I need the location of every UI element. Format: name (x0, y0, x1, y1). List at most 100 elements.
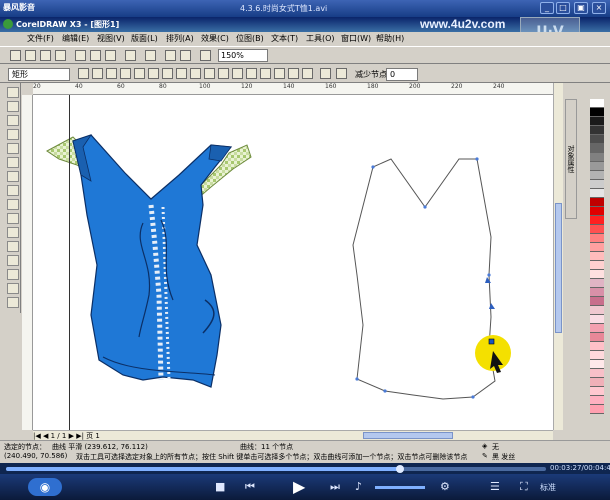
menu-file[interactable]: 文件(F) (27, 33, 54, 44)
stretch-nodes-icon[interactable] (246, 68, 257, 79)
stop-icon[interactable]: ■ (215, 480, 225, 493)
menu-help[interactable]: 帮助(H) (376, 33, 404, 44)
polygon-tool-icon[interactable] (7, 199, 19, 210)
swatch[interactable] (590, 180, 604, 189)
eye-icon[interactable]: ◉ (28, 478, 62, 496)
text-tool-icon[interactable] (7, 227, 19, 238)
swatch[interactable] (590, 324, 604, 333)
swatch-black[interactable] (590, 108, 604, 117)
swatch[interactable] (590, 207, 604, 216)
prev-page-button[interactable]: ◀ (43, 432, 48, 440)
swatch[interactable] (590, 360, 604, 369)
swatch[interactable] (590, 396, 604, 405)
swatch[interactable] (590, 135, 604, 144)
player-fullscreen-button[interactable]: ▣ (574, 2, 588, 14)
color-palette[interactable] (590, 99, 604, 449)
reduce-nodes-input[interactable]: 0 (386, 68, 418, 81)
swatch[interactable] (590, 261, 604, 270)
vertical-ruler[interactable] (22, 95, 33, 430)
player-close-button[interactable]: × (592, 2, 606, 14)
symmetrical-node-icon[interactable] (190, 68, 201, 79)
playlist-icon[interactable]: ☰ (490, 480, 500, 493)
to-line-icon[interactable] (134, 68, 145, 79)
swatch[interactable] (590, 288, 604, 297)
new-icon[interactable] (10, 50, 21, 61)
extract-subpath-icon[interactable] (232, 68, 243, 79)
first-page-button[interactable]: |◀ (33, 432, 41, 440)
seek-knob[interactable] (396, 465, 405, 473)
vertical-scroll-thumb[interactable] (555, 203, 562, 333)
swatch[interactable] (590, 216, 604, 225)
swatch[interactable] (590, 297, 604, 306)
outline-tool-icon[interactable] (7, 269, 19, 280)
seek-track[interactable] (6, 465, 546, 473)
last-page-button[interactable]: ▶| (76, 432, 84, 440)
open-icon[interactable] (25, 50, 36, 61)
swatch[interactable] (590, 405, 604, 414)
zoom-tool-icon[interactable] (7, 129, 19, 140)
menu-edit[interactable]: 编辑(E) (62, 33, 89, 44)
import-icon[interactable] (165, 50, 176, 61)
volume-slider[interactable] (375, 486, 425, 489)
join-nodes-icon[interactable] (106, 68, 117, 79)
curve-smoothness-icon[interactable] (320, 68, 331, 79)
pick-tool-icon[interactable] (7, 87, 19, 98)
redo-icon[interactable] (145, 50, 156, 61)
export-icon[interactable] (180, 50, 191, 61)
reverse-direction-icon[interactable] (204, 68, 215, 79)
swatch[interactable] (590, 144, 604, 153)
swatch[interactable] (590, 369, 604, 378)
undo-icon[interactable] (125, 50, 136, 61)
horizontal-scroll-thumb[interactable] (363, 432, 453, 439)
next-page-button[interactable]: ▶ (69, 432, 74, 440)
settings-icon[interactable]: ⚙ (440, 480, 450, 493)
freehand-tool-icon[interactable] (7, 143, 19, 154)
elastic-mode-icon[interactable] (288, 68, 299, 79)
vertical-scrollbar[interactable] (553, 83, 563, 430)
swatch[interactable] (590, 171, 604, 180)
cut-icon[interactable] (75, 50, 86, 61)
drawing-canvas[interactable] (33, 95, 553, 430)
fill-tool-icon[interactable] (7, 283, 19, 294)
to-curve-icon[interactable] (148, 68, 159, 79)
menu-window[interactable]: 窗口(W) (341, 33, 371, 44)
menu-effects[interactable]: 效果(C) (201, 33, 229, 44)
add-node-icon[interactable] (78, 68, 89, 79)
swatch[interactable] (590, 387, 604, 396)
interactive-blend-tool-icon[interactable] (7, 241, 19, 252)
swatch[interactable] (590, 279, 604, 288)
previous-icon[interactable]: ⏮ (245, 480, 255, 494)
swatch[interactable] (590, 270, 604, 279)
play-button[interactable]: ▶ (293, 477, 315, 497)
zoom-level-select[interactable]: 150% (218, 49, 268, 62)
ellipse-tool-icon[interactable] (7, 185, 19, 196)
save-icon[interactable] (40, 50, 51, 61)
swatch[interactable] (590, 252, 604, 261)
swatch[interactable] (590, 243, 604, 252)
swatch[interactable] (590, 234, 604, 243)
volume-icon[interactable]: ♪ (355, 480, 362, 493)
shape-tool-icon[interactable] (7, 101, 19, 112)
copy-icon[interactable] (90, 50, 101, 61)
cusp-node-icon[interactable] (162, 68, 173, 79)
rotate-nodes-icon[interactable] (260, 68, 271, 79)
swatch[interactable] (590, 117, 604, 126)
swatch[interactable] (590, 198, 604, 207)
menu-view[interactable]: 视图(V) (97, 33, 125, 44)
paste-icon[interactable] (105, 50, 116, 61)
menu-layout[interactable]: 版面(L) (131, 33, 158, 44)
application-launcher-icon[interactable] (200, 50, 211, 61)
swatch[interactable] (590, 342, 604, 351)
page-tab[interactable]: 页 1 (86, 432, 100, 440)
auto-close-icon[interactable] (336, 68, 347, 79)
swatch[interactable] (590, 225, 604, 234)
swatch[interactable] (590, 153, 604, 162)
fullscreen-icon[interactable]: ⛶ (520, 480, 528, 494)
node-selection-mode-select[interactable]: 矩形 (8, 68, 70, 81)
seek-bar[interactable]: 00:03:27/00:04:43 (0, 463, 610, 474)
next-icon[interactable]: ⏭ (330, 480, 340, 494)
swatch[interactable] (590, 315, 604, 324)
menu-tools[interactable]: 工具(O) (306, 33, 335, 44)
menu-bitmaps[interactable]: 位图(B) (236, 33, 264, 44)
extend-curve-icon[interactable] (218, 68, 229, 79)
